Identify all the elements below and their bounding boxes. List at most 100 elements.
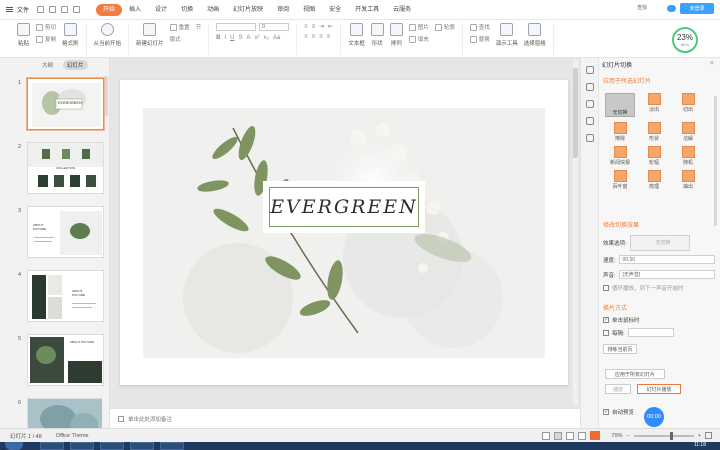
tab-animation[interactable]: 动画: [200, 4, 226, 16]
align-right-icon[interactable]: ≡: [319, 34, 323, 40]
title-frame[interactable]: EVERGREEN: [263, 181, 425, 233]
indent-icon[interactable]: ⇥: [319, 23, 324, 30]
loop-checkbox[interactable]: [603, 285, 609, 291]
file-menu[interactable]: 文件: [6, 5, 29, 14]
taskbar-app-media[interactable]: [100, 442, 124, 450]
current-slide[interactable]: EVERGREEN: [120, 80, 568, 385]
slideshow-play-icon[interactable]: [589, 431, 600, 440]
bold-icon[interactable]: B: [216, 35, 220, 41]
slide-thumb-1[interactable]: 1 EVERGREEN: [6, 78, 104, 136]
transition-comb[interactable]: 梳理: [639, 170, 669, 190]
help-icon[interactable]: [586, 134, 594, 142]
format-painter-button[interactable]: 格式刷: [62, 23, 79, 47]
superscript-icon[interactable]: x²: [254, 35, 259, 41]
subscript-icon[interactable]: x₂: [263, 35, 268, 41]
font-family-select[interactable]: [216, 23, 257, 31]
start-button[interactable]: [5, 442, 23, 450]
tab-transitions[interactable]: 切换: [174, 4, 200, 16]
task-pane-title[interactable]: 幻灯片切换: [602, 60, 632, 69]
notes-view-icon[interactable]: [541, 431, 550, 440]
tab-outline[interactable]: 大纲: [38, 60, 57, 70]
strike-icon[interactable]: S: [238, 35, 242, 41]
undo-icon[interactable]: [61, 6, 69, 13]
start-show-button[interactable]: 从当前开始: [94, 23, 121, 47]
underline-icon[interactable]: U: [230, 35, 234, 41]
on-click-checkbox[interactable]: ✓: [603, 317, 609, 323]
font-size-select[interactable]: 0: [259, 23, 290, 31]
transition-fade[interactable]: 淡出: [639, 93, 669, 118]
taskbar-app-explorer[interactable]: [70, 442, 94, 450]
outline-button[interactable]: 轮廓: [434, 23, 455, 31]
transition-none[interactable]: 无切换: [605, 93, 635, 118]
outdent-icon[interactable]: ⇤: [328, 23, 333, 30]
transition-blinds[interactable]: 百叶窗: [605, 170, 635, 190]
cloud-icon[interactable]: [667, 5, 676, 12]
login-button[interactable]: 未登录: [680, 3, 714, 14]
new-slide-button[interactable]: 新建幻灯片: [136, 23, 164, 47]
bullets-icon[interactable]: ≡: [304, 24, 308, 30]
tab-slideshow[interactable]: 幻灯片放映: [226, 4, 270, 16]
slide-thumb-2[interactable]: 2 COLLECTION: [6, 142, 104, 200]
slide-thumb-5[interactable]: 5 ABOUT PICTURE: [6, 334, 104, 392]
recording-timer[interactable]: 00:00: [644, 407, 664, 427]
zoom-in-icon[interactable]: +: [698, 433, 701, 439]
reset-button[interactable]: 重置: [169, 23, 190, 31]
interval-checkbox[interactable]: [603, 329, 609, 336]
sound-select[interactable]: [无声音]: [618, 270, 715, 279]
slide-thumb-6[interactable]: 6: [6, 398, 102, 428]
apply-all-button[interactable]: 应用于所有幻灯片: [605, 369, 665, 379]
tab-design[interactable]: 设计: [148, 4, 174, 16]
transition-dissolve[interactable]: 溶解: [673, 122, 703, 142]
tab-review[interactable]: 审阅: [270, 4, 296, 16]
transition-wheel[interactable]: 轮辐: [639, 146, 669, 166]
zoom-slider[interactable]: [633, 431, 694, 440]
panel-scrollbar[interactable]: [104, 76, 108, 116]
tab-security[interactable]: 安全: [322, 4, 348, 16]
slide-thumb-4[interactable]: 4 ABOUT PICTURE: [6, 270, 104, 328]
taskbar-app-other[interactable]: [160, 442, 184, 450]
zoom-out-icon[interactable]: −: [627, 433, 630, 439]
paste-button[interactable]: 粘贴: [17, 23, 30, 47]
transition-cut[interactable]: 切出: [673, 93, 703, 118]
scrollbar-thumb[interactable]: [573, 68, 578, 158]
sorter-view-icon[interactable]: [565, 431, 574, 440]
section-button[interactable]: 节: [196, 23, 202, 31]
transition-wipe[interactable]: 擦除: [605, 122, 635, 142]
slide-thumb-3[interactable]: 3 ABOUT PICTURE: [6, 206, 104, 264]
slide-background-photo[interactable]: EVERGREEN: [143, 108, 545, 358]
fit-window-icon[interactable]: [705, 432, 712, 439]
tab-home[interactable]: 开始: [96, 3, 123, 16]
transition-icon[interactable]: [586, 100, 594, 108]
speed-input[interactable]: 00.50: [618, 255, 715, 264]
taskbar-app-browser[interactable]: [40, 442, 64, 450]
cursor-icon[interactable]: [586, 66, 594, 74]
tab-developer[interactable]: 开发工具: [348, 4, 386, 16]
arrange-button[interactable]: 排列: [389, 23, 403, 47]
redo-icon[interactable]: [73, 6, 81, 13]
font-color-icon[interactable]: A: [246, 35, 250, 41]
replace-button[interactable]: 替换: [469, 35, 490, 43]
transition-shape[interactable]: 形状: [639, 122, 669, 142]
animation-icon[interactable]: [586, 117, 594, 125]
presenter-tools-button[interactable]: 演示工具: [496, 23, 518, 47]
cut-button[interactable]: 剪切: [36, 23, 56, 31]
interval-input[interactable]: [627, 328, 674, 337]
notes-pane[interactable]: 单击此处添加备注: [110, 408, 580, 428]
style-icon[interactable]: [586, 83, 594, 91]
fill-button[interactable]: 填充: [408, 35, 429, 43]
zoom-slider-knob[interactable]: [669, 431, 673, 440]
save-icon[interactable]: [37, 6, 45, 13]
print-icon[interactable]: [49, 6, 57, 13]
copy-button[interactable]: 复制: [36, 35, 56, 43]
canvas-scrollbar[interactable]: [573, 60, 578, 405]
find-button[interactable]: 查找: [469, 23, 490, 31]
effect-option-select[interactable]: 无切换: [629, 235, 690, 251]
normal-view-icon[interactable]: [553, 431, 562, 440]
layout-button[interactable]: 版式: [170, 35, 190, 43]
slideshow-button[interactable]: 幻灯片播放: [637, 384, 681, 394]
search-field[interactable]: 查找: [637, 4, 663, 13]
close-icon[interactable]: ×: [710, 60, 714, 67]
tab-insert[interactable]: 插入: [122, 4, 148, 16]
picture-button[interactable]: 图片: [408, 23, 429, 31]
justify-icon[interactable]: ≡: [327, 34, 331, 40]
